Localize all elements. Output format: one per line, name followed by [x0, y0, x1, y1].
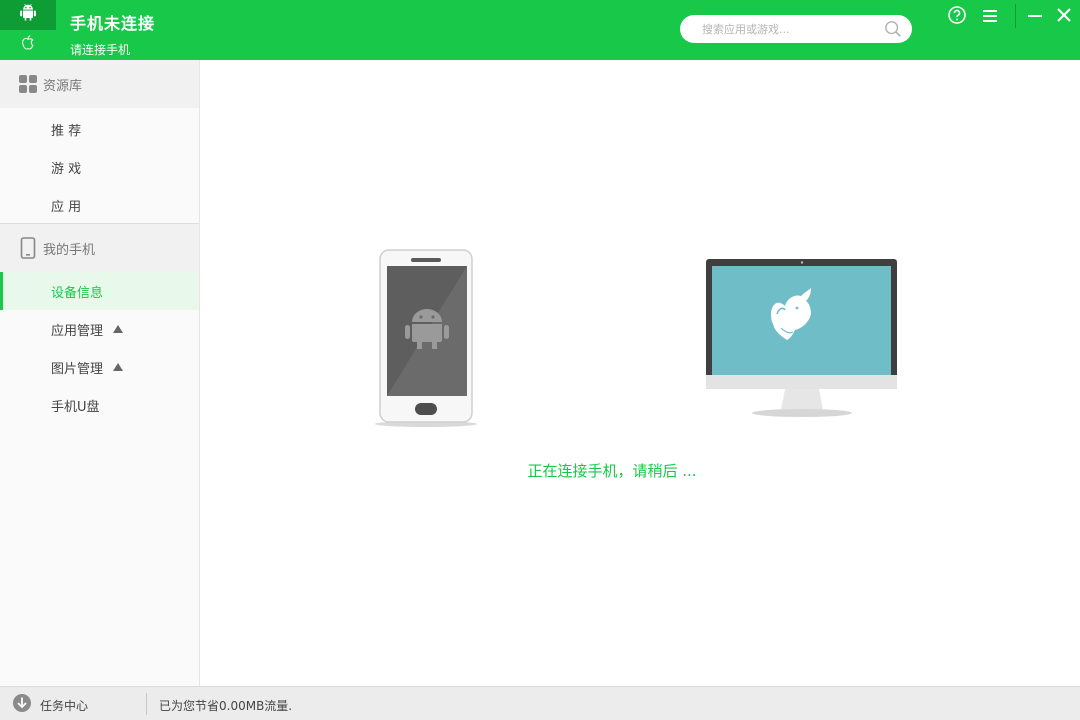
sidebar-item-apps[interactable]: 应 用 [0, 186, 199, 224]
window-controls-divider [1015, 4, 1016, 28]
connection-title: 手机未连接 [70, 14, 156, 33]
menu-icon [982, 8, 998, 27]
sidebar-item-photo-management[interactable]: 图片管理 [0, 348, 199, 386]
connection-subtitle: 请连接手机 [70, 43, 131, 57]
task-center-label: 任务中心 [40, 698, 89, 713]
status-divider [146, 693, 147, 715]
minimize-button[interactable] [1024, 6, 1046, 28]
close-button[interactable] [1053, 6, 1075, 28]
sidebar-item-device-info[interactable]: 设备信息 [0, 272, 199, 310]
platform-tabs [0, 0, 56, 60]
sidebar-section-label: 我的手机 [43, 242, 96, 258]
tab-apple[interactable] [0, 30, 56, 60]
sidebar-section-label: 资源库 [43, 78, 83, 94]
sidebar-item-label: 设备信息 [51, 285, 104, 301]
phone-illustration [375, 249, 477, 427]
download-icon [12, 693, 32, 717]
search-icon[interactable] [884, 20, 902, 42]
sidebar-section-my-phone[interactable]: 我的手机 [0, 224, 199, 272]
sidebar: 资源库 推 荐 游 戏 应 用 我的手机 设备信息 应用管理 图片管理 手机U盘 [0, 60, 200, 686]
connecting-status-message: 正在连接手机，请稍后 ... [527, 462, 697, 480]
task-center-button[interactable]: 任务中心 [12, 693, 89, 717]
search-box[interactable] [680, 15, 912, 43]
caret-up-icon [113, 363, 124, 371]
sidebar-item-games[interactable]: 游 戏 [0, 148, 199, 186]
sidebar-item-label: 应用管理 [51, 323, 104, 339]
sidebar-item-label: 手机U盘 [51, 399, 100, 415]
main-content: 正在连接手机，请稍后 ... [200, 60, 1080, 686]
sidebar-item-recommend[interactable]: 推 荐 [0, 110, 199, 148]
apple-icon [19, 33, 37, 57]
sidebar-item-app-management[interactable]: 应用管理 [0, 310, 199, 348]
help-icon [947, 5, 967, 29]
sidebar-section-resource-library[interactable]: 资源库 [0, 60, 199, 108]
minimize-icon [1027, 7, 1043, 27]
grid-icon [18, 74, 38, 94]
tab-android[interactable] [0, 0, 56, 30]
android-icon [18, 3, 38, 27]
title-bar: 手机未连接 请连接手机 [0, 0, 1080, 60]
caret-up-icon [113, 325, 124, 333]
help-button[interactable] [946, 6, 968, 28]
menu-button[interactable] [979, 6, 1001, 28]
saved-traffic-text: 已为您节省0.00MB流量. [159, 699, 293, 713]
computer-illustration [706, 259, 897, 417]
sidebar-item-label: 图片管理 [51, 361, 104, 377]
status-bar: 任务中心 已为您节省0.00MB流量. [0, 686, 1080, 720]
sidebar-item-label: 游 戏 [51, 161, 82, 177]
sidebar-item-label: 推 荐 [51, 123, 82, 139]
sidebar-item-label: 应 用 [51, 199, 82, 215]
phone-icon [18, 237, 38, 259]
sidebar-item-phone-usb-drive[interactable]: 手机U盘 [0, 386, 199, 424]
search-input[interactable] [702, 20, 872, 38]
close-icon [1056, 7, 1072, 27]
